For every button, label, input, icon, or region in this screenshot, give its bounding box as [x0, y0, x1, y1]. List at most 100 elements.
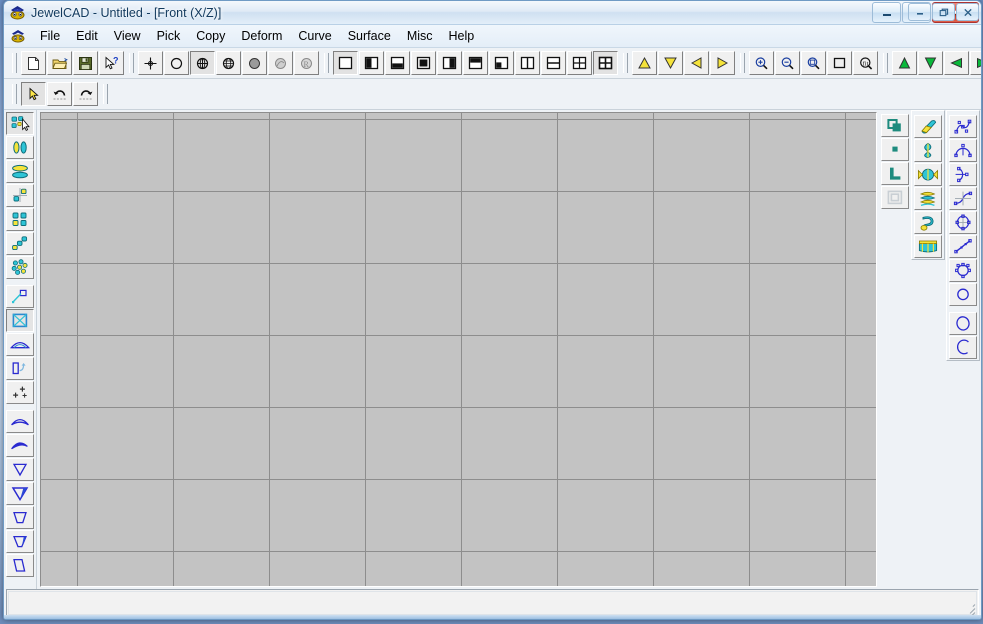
rotate-right-green-icon[interactable] — [970, 51, 982, 75]
toolbar-grip-2[interactable] — [129, 53, 134, 73]
menu-item-deform[interactable]: Deform — [233, 27, 290, 45]
toolbar-grip[interactable] — [12, 53, 17, 73]
surface-dome-icon[interactable] — [6, 333, 34, 356]
menu-item-help[interactable]: Help — [441, 27, 483, 45]
stone-diagonal-icon[interactable] — [6, 232, 34, 255]
stone-oval-row-icon[interactable] — [6, 160, 34, 183]
curve-arc-center-icon[interactable] — [949, 163, 977, 186]
solid-sphere-icon[interactable] — [242, 51, 267, 75]
surface-sweep-icon[interactable] — [6, 285, 34, 308]
layout-two-vertical-icon[interactable] — [515, 51, 540, 75]
menu-item-copy[interactable]: Copy — [188, 27, 233, 45]
toolbar-grip-5[interactable] — [740, 53, 745, 73]
curve-spline-icon[interactable] — [949, 115, 977, 138]
mesh-globe-icon[interactable] — [216, 51, 241, 75]
toolbar-grip-7[interactable] — [12, 84, 17, 104]
layer-corner-icon[interactable] — [881, 162, 909, 185]
mdi-restore-button[interactable] — [932, 3, 955, 21]
save-disk-icon[interactable] — [73, 51, 98, 75]
rotate-down-yellow-icon[interactable] — [658, 51, 683, 75]
wireframe-point-icon[interactable] — [138, 51, 163, 75]
menu-item-curve[interactable]: Curve — [290, 27, 339, 45]
minimize-button[interactable] — [872, 2, 901, 23]
toolbar-grip-6[interactable] — [883, 53, 888, 73]
setting-bevel-icon[interactable] — [6, 554, 34, 577]
zoom-out-icon[interactable] — [775, 51, 800, 75]
circle-outline-icon[interactable] — [164, 51, 189, 75]
zoom-fit-icon[interactable] — [827, 51, 852, 75]
mdi-close-button[interactable] — [956, 3, 979, 21]
shank-twist-icon[interactable] — [6, 434, 34, 457]
rotate-left-green-icon[interactable] — [944, 51, 969, 75]
jewel-band-icon[interactable] — [914, 235, 942, 258]
toolbar-grip-8[interactable] — [103, 84, 108, 104]
jewel-tube-icon[interactable] — [914, 115, 942, 138]
layout-center-icon[interactable] — [411, 51, 436, 75]
layout-four-equal-icon[interactable] — [593, 51, 618, 75]
shaded-globe-icon[interactable] — [190, 51, 215, 75]
jewel-ring-icon[interactable] — [914, 163, 942, 186]
layer-front-icon[interactable] — [881, 114, 909, 137]
layout-four-panes-icon[interactable] — [567, 51, 592, 75]
curve-arc-icon[interactable] — [949, 336, 977, 359]
zoom-window-icon[interactable] — [801, 51, 826, 75]
rotate-down-green-icon[interactable] — [918, 51, 943, 75]
curve-arc-3pt-icon[interactable] — [949, 139, 977, 162]
surface-extrude-icon[interactable] — [6, 357, 34, 380]
jewelcad-document-icon[interactable] — [10, 28, 26, 44]
layer-all-icon[interactable] — [881, 186, 909, 209]
rotate-up-yellow-icon[interactable] — [632, 51, 657, 75]
surface-points-icon[interactable] — [6, 381, 34, 404]
stone-grid-corner-icon[interactable] — [6, 184, 34, 207]
rotate-left-yellow-icon[interactable] — [684, 51, 709, 75]
layout-quad-corner-icon[interactable] — [489, 51, 514, 75]
menu-item-view[interactable]: View — [106, 27, 149, 45]
stone-cluster-icon[interactable] — [6, 256, 34, 279]
menu-item-surface[interactable]: Surface — [340, 27, 399, 45]
layout-right-half-icon[interactable] — [437, 51, 462, 75]
curve-circle-icon[interactable] — [949, 283, 977, 306]
jewel-bail-icon[interactable] — [914, 139, 942, 162]
curve-ellipse-ctrl-icon[interactable] — [949, 211, 977, 234]
layout-two-horizontal-icon[interactable] — [541, 51, 566, 75]
zoom-in-icon[interactable] — [749, 51, 774, 75]
menu-item-edit[interactable]: Edit — [68, 27, 106, 45]
setting-cone-icon[interactable] — [6, 458, 34, 481]
layout-bottom-half-icon[interactable] — [385, 51, 410, 75]
menu-item-file[interactable]: File — [32, 27, 68, 45]
curve-polyline-icon[interactable] — [949, 235, 977, 258]
curve-through-points-icon[interactable] — [949, 187, 977, 210]
stone-grid-four-icon[interactable] — [6, 208, 34, 231]
jewel-wave-icon[interactable] — [914, 187, 942, 210]
zoom-pan-icon[interactable]: fit — [853, 51, 878, 75]
new-document-icon[interactable] — [21, 51, 46, 75]
viewport-canvas[interactable] — [41, 113, 876, 586]
stone-select-icon[interactable] — [6, 112, 34, 135]
toolbar-grip-3[interactable] — [324, 53, 329, 73]
shank-arc-icon[interactable] — [6, 410, 34, 433]
layer-single-icon[interactable] — [881, 138, 909, 161]
stone-pair-icon[interactable] — [6, 136, 34, 159]
setting-cone-filled-icon[interactable] — [6, 482, 34, 505]
rotate-up-green-icon[interactable] — [892, 51, 917, 75]
help-pointer-icon[interactable]: ? — [99, 51, 124, 75]
setting-tapered-filled-icon[interactable] — [6, 530, 34, 553]
toolbar-grip-4[interactable] — [623, 53, 628, 73]
layout-single-icon[interactable] — [333, 51, 358, 75]
curve-ellipse-icon[interactable] — [949, 312, 977, 335]
menu-item-misc[interactable]: Misc — [399, 27, 441, 45]
menu-item-pick[interactable]: Pick — [149, 27, 189, 45]
mdi-minimize-button[interactable] — [908, 3, 931, 21]
layout-top-half-icon[interactable] — [463, 51, 488, 75]
curve-closed-nurbs-icon[interactable] — [949, 259, 977, 282]
render-sphere-icon[interactable]: R — [294, 51, 319, 75]
undo-icon[interactable] — [47, 82, 72, 106]
shaded-sphere-grey-icon[interactable] — [268, 51, 293, 75]
rotate-right-yellow-icon[interactable] — [710, 51, 735, 75]
surface-patch-icon[interactable] — [6, 309, 34, 332]
setting-tapered-icon[interactable] — [6, 506, 34, 529]
open-folder-icon[interactable] — [47, 51, 72, 75]
layout-left-half-icon[interactable] — [359, 51, 384, 75]
redo-icon[interactable] — [73, 82, 98, 106]
select-arrow-icon[interactable] — [21, 82, 46, 106]
